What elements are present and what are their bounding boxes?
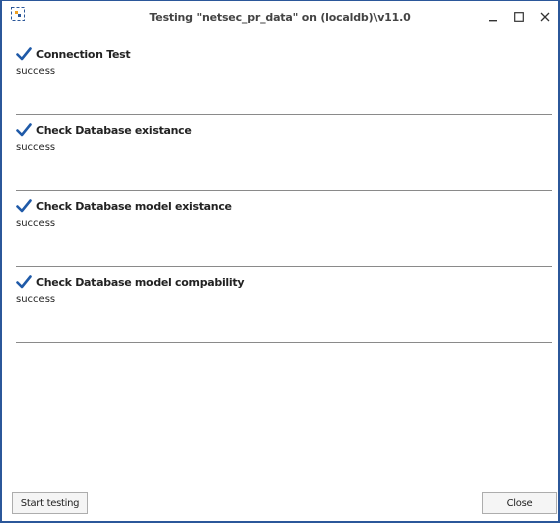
close-icon (540, 12, 550, 22)
divider (16, 190, 552, 191)
check-label: Connection Test (36, 47, 131, 61)
minimize-icon (489, 20, 497, 22)
check-header: Check Database model existance (16, 197, 232, 215)
start-testing-button[interactable]: Start testing (12, 492, 88, 514)
checkmark-icon (16, 275, 32, 289)
check-status: success (16, 66, 56, 77)
window-title: Testing "netsec_pr_data" on (localdb)\v1… (149, 11, 411, 24)
check-status: success (16, 294, 56, 305)
minimize-button[interactable] (480, 5, 506, 29)
check-label: Check Database model existance (36, 199, 232, 213)
checkmark-icon (16, 199, 32, 213)
maximize-button[interactable] (506, 5, 532, 29)
check-header: Check Database existance (16, 121, 192, 139)
check-header: Check Database model compability (16, 273, 245, 291)
divider (16, 342, 552, 343)
maximize-icon (514, 12, 524, 22)
check-label: Check Database existance (36, 123, 192, 137)
check-status: success (16, 142, 56, 153)
divider (16, 266, 552, 267)
title-bar[interactable]: Testing "netsec_pr_data" on (localdb)\v1… (2, 1, 558, 35)
close-window-button[interactable] (532, 5, 558, 29)
check-label: Check Database model compability (36, 275, 245, 289)
check-status: success (16, 218, 56, 229)
close-button[interactable]: Close (482, 492, 557, 514)
checkmark-icon (16, 47, 32, 61)
checkmark-icon (16, 123, 32, 137)
divider (16, 114, 552, 115)
test-window: Testing "netsec_pr_data" on (localdb)\v1… (0, 0, 560, 523)
check-header: Connection Test (16, 45, 131, 63)
